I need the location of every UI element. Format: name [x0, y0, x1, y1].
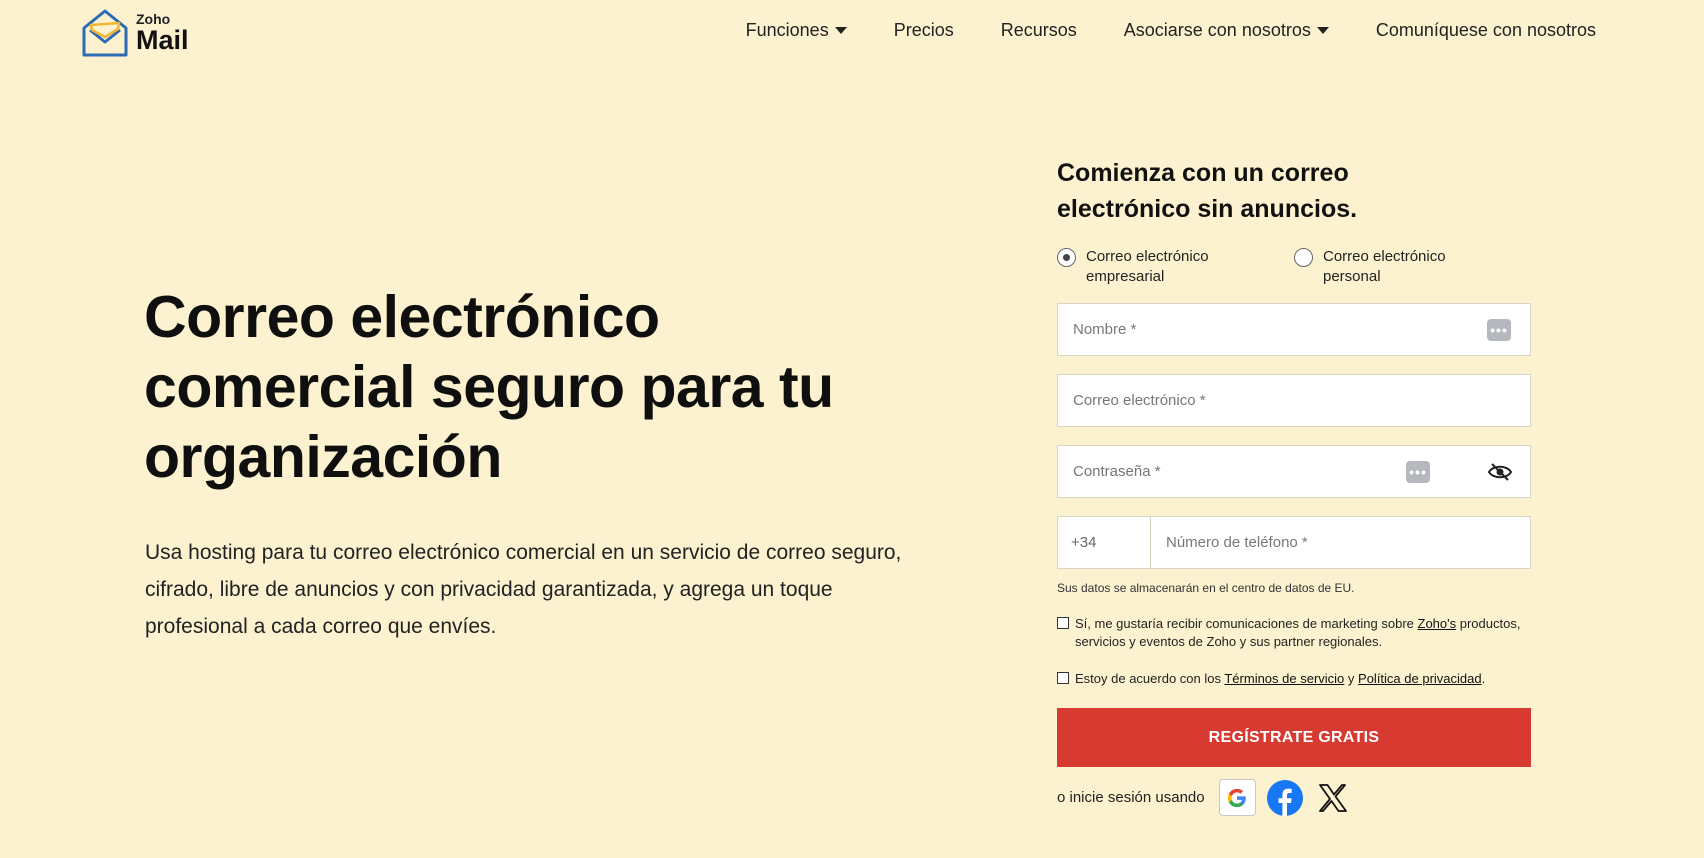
nav-precios[interactable]: Precios — [894, 20, 954, 41]
marketing-consent-text: Sí, me gustaría recibir comunicaciones d… — [1075, 616, 1521, 649]
x-signin-button[interactable] — [1315, 779, 1352, 816]
chevron-down-icon — [1316, 27, 1329, 34]
password-input[interactable] — [1058, 446, 1530, 497]
nav-asociarse[interactable]: Asociarse con nosotros — [1124, 20, 1329, 41]
x-icon — [1319, 783, 1348, 812]
nav-contacto-label: Comuníquese con nosotros — [1375, 20, 1596, 40]
terms-consent: Estoy de acuerdo con los Términos de ser… — [1057, 670, 1531, 688]
phone-country-code[interactable]: +34 — [1058, 517, 1151, 568]
phone-field-wrapper: +34 — [1057, 516, 1531, 569]
signup-form: Comienza con un correo electrónico sin a… — [1057, 155, 1531, 816]
facebook-icon — [1267, 779, 1304, 816]
nav-funciones-label: Funciones — [745, 20, 829, 40]
email-input[interactable] — [1058, 375, 1530, 426]
nav-contacto[interactable]: Comuníquese con nosotros — [1376, 20, 1596, 41]
form-title: Comienza con un correo electrónico sin a… — [1057, 159, 1358, 223]
zoho-mail-logo[interactable]: Zoho Mail — [78, 6, 189, 60]
logo-text-mail: Mail — [136, 25, 189, 55]
email-field-wrapper — [1057, 374, 1531, 427]
site-header: Zoho Mail Funciones Precios Recursos Aso… — [0, 0, 1704, 70]
name-input[interactable] — [1058, 304, 1530, 355]
radio-business-label: Correo electrónico empresarial — [1086, 248, 1209, 285]
nav-funciones[interactable]: Funciones — [746, 20, 847, 41]
nav-asociarse-label: Asociarse con nosotros — [1123, 20, 1311, 40]
google-icon — [1227, 788, 1246, 807]
marketing-consent: Sí, me gustaría recibir comunicaciones d… — [1057, 615, 1531, 651]
logo-text-zoho: Zoho — [136, 11, 171, 27]
radio-business[interactable]: Correo electrónico empresarial — [1057, 247, 1294, 287]
password-manager-icon[interactable]: ••• — [1487, 319, 1511, 341]
hero-title: Correo electrónico comercial seguro para… — [144, 284, 834, 490]
terms-checkbox[interactable] — [1057, 672, 1069, 684]
main-nav: Funciones Precios Recursos Asociarse con… — [746, 20, 1596, 41]
signup-submit-button[interactable]: REGÍSTRATE GRATIS — [1057, 708, 1531, 767]
privacy-policy-link[interactable]: Política de privacidad — [1358, 671, 1482, 686]
social-signin: o inicie sesión usando — [1057, 779, 1531, 816]
password-field-wrapper: ••• — [1057, 445, 1531, 498]
radio-personal-label: Correo electrónico personal — [1323, 248, 1446, 285]
mail-envelope-icon — [82, 9, 128, 57]
radio-business-indicator[interactable] — [1057, 248, 1076, 267]
name-field-wrapper: ••• — [1057, 303, 1531, 356]
phone-input[interactable] — [1151, 517, 1530, 568]
marketing-checkbox[interactable] — [1057, 617, 1069, 629]
terms-of-service-link[interactable]: Términos de servicio — [1224, 671, 1344, 686]
radio-personal-indicator[interactable] — [1294, 248, 1313, 267]
password-manager-icon[interactable]: ••• — [1406, 461, 1430, 483]
account-type-radios: Correo electrónico empresarial Correo el… — [1057, 247, 1531, 287]
hero-description: Usa hosting para tu correo electrónico c… — [145, 541, 902, 638]
nav-precios-label: Precios — [893, 20, 954, 40]
nav-recursos[interactable]: Recursos — [1001, 20, 1077, 41]
radio-personal[interactable]: Correo electrónico personal — [1294, 247, 1531, 287]
zoho-link[interactable]: Zoho's — [1418, 616, 1457, 631]
terms-consent-text: Estoy de acuerdo con los Términos de ser… — [1075, 671, 1486, 686]
social-signin-label: o inicie sesión usando — [1057, 789, 1205, 806]
data-center-note: Sus datos se almacenarán en el centro de… — [1057, 581, 1355, 595]
chevron-down-icon — [834, 27, 847, 34]
eye-off-icon[interactable] — [1488, 462, 1512, 482]
facebook-signin-button[interactable] — [1267, 779, 1304, 816]
google-signin-button[interactable] — [1218, 779, 1256, 816]
nav-recursos-label: Recursos — [1000, 20, 1077, 40]
